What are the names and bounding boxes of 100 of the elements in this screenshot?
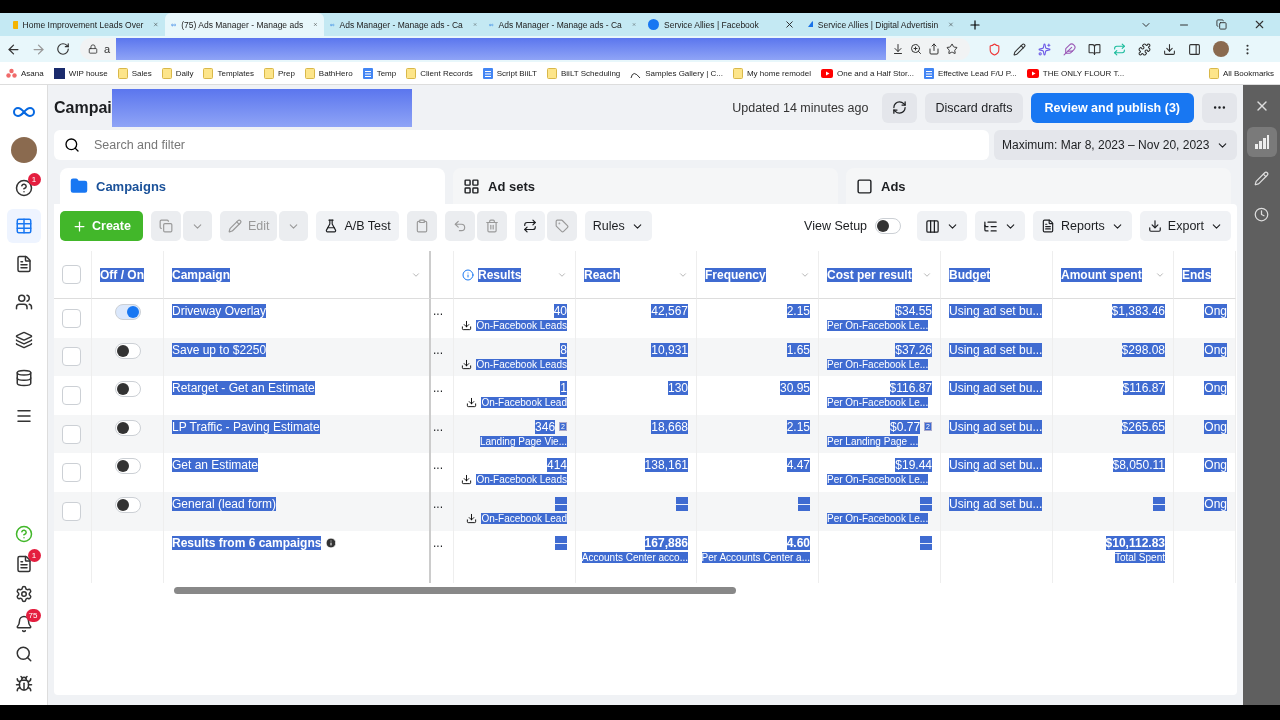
rules-button[interactable]: Rules [584, 211, 652, 241]
bookmark-link[interactable]: Templates [217, 68, 254, 78]
share-icon[interactable] [928, 43, 941, 55]
browser-tab[interactable]: Service Allies | Digital Advertisin [801, 13, 960, 36]
on-off-toggle[interactable] [114, 496, 141, 513]
new-tab-icon[interactable] [968, 17, 982, 32]
extensions-icon[interactable] [1138, 42, 1151, 56]
bookmark-link[interactable]: Sales [131, 68, 152, 78]
level-tab[interactable]: Ads [846, 168, 1231, 204]
campaign-name[interactable]: Retarget - Get an Estimate [172, 381, 315, 396]
campaign-name[interactable]: LP Traffic - Paving Estimate [172, 419, 320, 434]
row-checkbox[interactable] [62, 501, 81, 521]
row-checkbox[interactable] [62, 424, 81, 444]
discard-drafts-button[interactable]: Discard drafts [925, 92, 1023, 123]
browser-tab[interactable]: Home Improvement Leads Over [6, 13, 165, 36]
reload-icon[interactable] [56, 42, 70, 56]
campaign-name[interactable]: Driveway Overlay [172, 304, 267, 318]
row-checkbox[interactable] [62, 463, 81, 483]
avatar-icon[interactable] [1213, 41, 1229, 57]
bug-icon[interactable] [14, 675, 33, 693]
bookmark-link[interactable]: Samples Gallery | C... [645, 68, 723, 78]
pages-icon[interactable] [14, 555, 33, 573]
bookmark-link[interactable]: Daily [175, 68, 194, 78]
sparkle-icon[interactable] [1038, 42, 1051, 56]
bookmark-link[interactable]: Asana [21, 68, 44, 78]
avatar-icon[interactable] [10, 137, 37, 163]
level-tab[interactable]: Campaigns [60, 168, 445, 204]
on-off-toggle[interactable] [114, 458, 141, 475]
side-panel-icon[interactable] [1188, 42, 1201, 56]
ab-test-button[interactable]: A/B Test [316, 211, 399, 241]
close-icon[interactable] [784, 19, 795, 30]
columns-button[interactable] [917, 211, 968, 241]
on-off-toggle[interactable] [114, 342, 141, 359]
zoom-icon[interactable] [910, 43, 923, 55]
on-off-toggle[interactable] [114, 419, 141, 436]
swap-button[interactable] [514, 211, 545, 241]
catalog-icon[interactable] [14, 331, 33, 349]
bookmark-link[interactable]: BathHero [318, 68, 353, 78]
select-all-checkbox[interactable] [62, 265, 81, 284]
bookmark-link[interactable]: BiiLT Scheduling [561, 68, 621, 78]
shield-icon[interactable] [988, 42, 1001, 56]
table-icon[interactable] [14, 217, 33, 235]
date-range-dropdown[interactable]: Maximum: Mar 8, 2023 – Nov 20, 2023 [994, 130, 1237, 160]
cell-text: 1.65 [786, 342, 810, 357]
campaign-name[interactable]: General (lead form) [172, 496, 277, 511]
row-checkbox[interactable] [62, 386, 81, 405]
export-button[interactable]: Export [1139, 211, 1231, 241]
bookmark-link[interactable]: Temp [376, 68, 397, 78]
bookmark-link[interactable]: All Bookmarks [1222, 68, 1274, 78]
star-icon[interactable] [946, 43, 959, 55]
download-icon[interactable] [1163, 42, 1176, 56]
browser-tab[interactable]: Ads Manager - Manage ads - Ca [483, 13, 642, 36]
campaign-name[interactable]: Save up to $2250 [172, 342, 267, 357]
search-bar[interactable]: Search and filter [54, 130, 989, 160]
review-publish-button[interactable]: Review and publish (3) [1030, 92, 1194, 123]
book-icon[interactable] [1088, 42, 1101, 56]
bookmark-link[interactable]: WIP house [68, 68, 108, 78]
reports-button[interactable]: Reports [1033, 211, 1132, 241]
clipboard-button[interactable] [406, 211, 437, 241]
info-icon[interactable] [325, 536, 338, 549]
database-icon[interactable] [14, 369, 33, 387]
bookmark-link[interactable]: Effective Lead F/U P... [937, 68, 1017, 78]
close-icon[interactable] [1253, 18, 1266, 31]
search-field[interactable]: Search and filter [92, 132, 989, 158]
campaign-name[interactable]: Get an Estimate [172, 458, 259, 473]
row-checkbox[interactable] [62, 308, 81, 328]
row-checkbox[interactable] [62, 347, 81, 367]
bookmark-link[interactable]: Prep [277, 68, 295, 78]
browser-tab[interactable]: Service Allies | Facebook [642, 13, 801, 36]
browser-tab[interactable]: (75) Ads Manager - Manage ads [165, 13, 324, 36]
bookmark-link[interactable]: One and a Half Stor... [836, 68, 914, 78]
scrollbar-thumb[interactable] [174, 586, 736, 594]
people-icon[interactable] [14, 293, 33, 311]
install-icon[interactable] [892, 43, 905, 55]
breakdown-button[interactable] [975, 211, 1026, 241]
bookmark-link[interactable]: Script BiiLT [496, 68, 537, 78]
pages-icon[interactable] [14, 255, 33, 273]
bookmark-link[interactable]: My home remodel [746, 68, 811, 78]
clock-icon[interactable] [1254, 206, 1269, 222]
restore-icon[interactable] [1216, 19, 1227, 30]
cell-text: $265.65 [1121, 419, 1165, 434]
address-bar[interactable]: a [80, 38, 970, 60]
browser-tab[interactable]: Ads Manager - Manage ads - Ca [324, 13, 483, 36]
folder-icon [1208, 67, 1219, 79]
feather-icon[interactable] [1063, 42, 1076, 56]
search-icon[interactable] [14, 645, 33, 663]
view-setup-toggle[interactable] [875, 218, 902, 234]
on-off-toggle[interactable] [114, 381, 141, 398]
menu-icon[interactable] [14, 407, 33, 425]
on-off-toggle[interactable] [114, 304, 141, 320]
pencil-icon[interactable] [1013, 42, 1026, 56]
forward-icon[interactable] [31, 41, 46, 57]
refresh-button[interactable] [882, 92, 918, 123]
help-icon[interactable] [14, 525, 33, 543]
bar-chart-icon[interactable] [1254, 135, 1269, 149]
back-icon[interactable] [6, 41, 21, 57]
bookmark-link[interactable]: THE ONLY FLOUR T... [1042, 68, 1125, 78]
bookmark-link[interactable]: Client Records [420, 68, 473, 78]
level-tab[interactable]: Ad sets [453, 168, 838, 204]
settings-icon[interactable] [14, 585, 33, 603]
